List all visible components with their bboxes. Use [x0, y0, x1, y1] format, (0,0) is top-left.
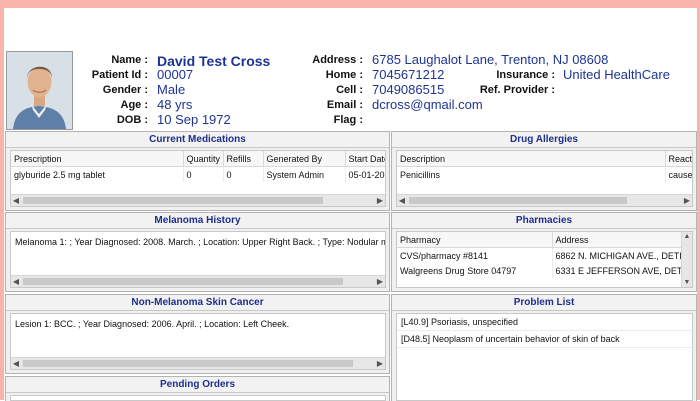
table-cell: Penicillins: [397, 166, 666, 182]
table-row[interactable]: CVS/pharmacy #8141 6862 N. MICHIGAN AVE.…: [397, 247, 688, 263]
insurance-label: Insurance :: [496, 69, 555, 81]
scroll-right-icon[interactable]: ▶: [682, 195, 692, 206]
home-label: Home :: [325, 69, 363, 81]
pending-orders-title: Pending Orders: [6, 377, 389, 393]
pharmacies-panel: Pharmacies Pharmacy Address CVS/pharmacy…: [391, 212, 697, 292]
current-medications-title: Current Medications: [6, 132, 389, 148]
list-item[interactable]: [D48.5] Neoplasm of uncertain behavior o…: [397, 331, 692, 348]
melanoma-history-title: Melanoma History: [6, 213, 389, 229]
pending-orders-grid[interactable]: [10, 395, 386, 401]
column-header-start-date[interactable]: Start Date: [345, 151, 385, 167]
horizontal-scrollbar[interactable]: ◀ ▶: [11, 357, 385, 369]
list-item[interactable]: [L40.9] Psoriasis, unspecified: [397, 314, 692, 331]
non-melanoma-panel: Non-Melanoma Skin Cancer Lesion 1: BCC. …: [5, 294, 390, 374]
age-label: Age :: [120, 99, 149, 111]
column-header-generated-by[interactable]: Generated By: [263, 151, 346, 167]
dob-label: DOB :: [116, 114, 148, 126]
insurance-value: United HealthCare: [563, 67, 670, 82]
non-melanoma-box[interactable]: Lesion 1: BCC. ; Year Diagnosed: 2006. A…: [10, 313, 386, 370]
melanoma-history-text: Melanoma 1: ; Year Diagnosed: 2008. Marc…: [15, 237, 386, 247]
scroll-up-icon[interactable]: ▲: [682, 233, 692, 240]
problem-list-title: Problem List: [392, 295, 696, 311]
table-cell: 0: [223, 166, 264, 182]
table-cell: CVS/pharmacy #8141: [397, 247, 553, 263]
scroll-right-icon[interactable]: ▶: [375, 276, 385, 287]
age-value: 48 yrs: [157, 97, 193, 112]
scrollbar-thumb[interactable]: [409, 197, 627, 204]
column-header-quantity[interactable]: Quantity: [183, 151, 224, 167]
address-value: 6785 Laughalot Lane, Trenton, NJ 08608: [372, 52, 609, 67]
gender-value: Male: [157, 82, 186, 97]
patient-id-label: Patient Id :: [91, 69, 148, 81]
window-frame-top: [0, 0, 700, 8]
table-cell: 6862 N. MICHIGAN AVE., DETROIT: [552, 247, 688, 263]
drug-allergies-grid[interactable]: Description Reaction Penicillins causes …: [396, 150, 693, 207]
problem-list-box[interactable]: [L40.9] Psoriasis, unspecified [D48.5] N…: [396, 313, 693, 401]
table-cell: 05-01-2019: [345, 166, 385, 182]
scroll-right-icon[interactable]: ▶: [375, 358, 385, 369]
melanoma-history-panel: Melanoma History Melanoma 1: ; Year Diag…: [5, 212, 390, 292]
scroll-down-icon[interactable]: ▼: [682, 279, 692, 286]
table-cell: 0: [183, 166, 224, 182]
scrollbar-thumb[interactable]: [23, 197, 323, 204]
patient-photo: [6, 51, 73, 130]
column-header-address[interactable]: Address: [552, 232, 688, 248]
scroll-left-icon[interactable]: ◀: [11, 358, 21, 369]
scrollbar-thumb[interactable]: [23, 278, 343, 285]
vertical-scrollbar[interactable]: ▲ ▼: [681, 232, 692, 287]
table-cell: causes a r: [665, 166, 692, 182]
table-header-row: Prescription Quantity Refills Generated …: [11, 151, 385, 167]
flag-label: Flag :: [333, 114, 363, 126]
table-cell: 6331 E JEFFERSON AVE, DETROIT: [552, 263, 688, 278]
cell-phone-value: 7049086515: [372, 82, 445, 97]
scroll-left-icon[interactable]: ◀: [11, 195, 21, 206]
email-value: dcross@qmail.com: [372, 97, 483, 112]
column-header-reaction[interactable]: Reaction: [665, 151, 692, 167]
problem-list-panel: Problem List [L40.9] Psoriasis, unspecif…: [391, 294, 697, 401]
column-header-pharmacy[interactable]: Pharmacy: [397, 232, 553, 248]
address-label: Address :: [312, 54, 363, 66]
drug-allergies-title: Drug Allergies: [392, 132, 696, 148]
column-header-refills[interactable]: Refills: [223, 151, 264, 167]
column-header-prescription[interactable]: Prescription: [11, 151, 184, 167]
pending-orders-panel: Pending Orders: [5, 376, 390, 401]
horizontal-scrollbar[interactable]: ◀ ▶: [397, 194, 692, 206]
table-row[interactable]: Walgreens Drug Store 04797 6331 E JEFFER…: [397, 263, 688, 278]
window-frame-left: [0, 0, 4, 400]
non-melanoma-text: Lesion 1: BCC. ; Year Diagnosed: 2006. A…: [15, 319, 290, 329]
ref-provider-label: Ref. Provider :: [479, 84, 555, 96]
scroll-left-icon[interactable]: ◀: [11, 276, 21, 287]
pharmacies-title: Pharmacies: [392, 213, 696, 229]
cell-label: Cell :: [336, 84, 363, 96]
pharmacies-grid[interactable]: Pharmacy Address CVS/pharmacy #8141 6862…: [396, 231, 693, 288]
home-phone-value: 7045671212: [372, 67, 445, 82]
horizontal-scrollbar[interactable]: ◀ ▶: [11, 194, 385, 206]
gender-label: Gender :: [102, 84, 148, 96]
name-label: Name :: [111, 54, 148, 66]
melanoma-history-box[interactable]: Melanoma 1: ; Year Diagnosed: 2008. Marc…: [10, 231, 386, 288]
non-melanoma-title: Non-Melanoma Skin Cancer: [6, 295, 389, 311]
current-medications-panel: Current Medications Prescription Quantit…: [5, 131, 390, 211]
scrollbar-thumb[interactable]: [23, 360, 353, 367]
scroll-right-icon[interactable]: ▶: [375, 195, 385, 206]
table-row[interactable]: Penicillins causes a r: [397, 166, 692, 182]
dob-value: 10 Sep 1972: [157, 112, 231, 127]
email-label: Email :: [326, 99, 363, 111]
horizontal-scrollbar[interactable]: ◀ ▶: [11, 275, 385, 287]
table-row[interactable]: glyburide 2.5 mg tablet 0 0 System Admin…: [11, 166, 385, 182]
table-cell: Walgreens Drug Store 04797: [397, 263, 553, 278]
table-cell: System Admin: [263, 166, 346, 182]
column-header-description[interactable]: Description: [397, 151, 666, 167]
table-cell: glyburide 2.5 mg tablet: [11, 166, 184, 182]
patient-id-value: 00007: [157, 67, 194, 82]
scroll-left-icon[interactable]: ◀: [397, 195, 407, 206]
table-header-row: Pharmacy Address: [397, 232, 688, 248]
table-header-row: Description Reaction: [397, 151, 692, 167]
drug-allergies-panel: Drug Allergies Description Reaction Peni…: [391, 131, 697, 211]
current-medications-grid[interactable]: Prescription Quantity Refills Generated …: [10, 150, 386, 207]
